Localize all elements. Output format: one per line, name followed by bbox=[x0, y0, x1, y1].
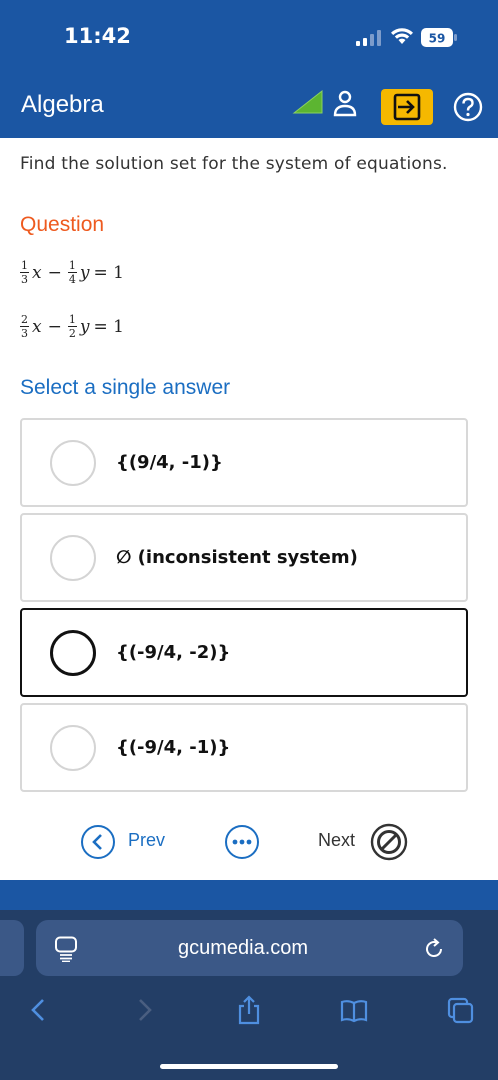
answer-option-2[interactable]: ∅ (inconsistent system) bbox=[20, 513, 468, 602]
equation-1: 13 x − 14 y = 1 bbox=[20, 259, 124, 286]
radio-button[interactable] bbox=[50, 440, 96, 486]
next-disabled-icon[interactable] bbox=[370, 823, 408, 861]
forward-icon[interactable] bbox=[131, 995, 159, 1025]
tabs-icon[interactable] bbox=[446, 995, 474, 1025]
bookmarks-icon[interactable] bbox=[340, 995, 368, 1025]
cellular-signal-icon bbox=[356, 30, 381, 46]
answer-option-1[interactable]: {(9/4, -1)} bbox=[20, 418, 468, 507]
answer-option-label: ∅ (inconsistent system) bbox=[116, 547, 358, 568]
url-text[interactable]: gcumedia.com bbox=[178, 937, 308, 960]
answer-option-4[interactable]: {(-9/4, -1)} bbox=[20, 703, 468, 792]
status-time: 11:42 bbox=[64, 24, 131, 48]
radio-button[interactable] bbox=[50, 725, 96, 771]
exit-icon bbox=[393, 93, 421, 121]
exit-button[interactable] bbox=[381, 89, 433, 125]
question-heading: Question bbox=[20, 213, 105, 236]
home-indicator bbox=[160, 1064, 338, 1069]
progress-chart-icon[interactable] bbox=[292, 89, 324, 115]
equation-2: 23 x − 12 y = 1 bbox=[20, 313, 124, 340]
answer-option-label: {(-9/4, -1)} bbox=[116, 737, 231, 758]
fraction: 14 bbox=[67, 259, 77, 286]
more-options-icon[interactable] bbox=[224, 824, 260, 860]
reload-icon[interactable] bbox=[422, 937, 446, 961]
answer-option-label: {(-9/4, -2)} bbox=[116, 642, 231, 663]
fraction: 13 bbox=[20, 259, 29, 286]
prev-button[interactable]: Prev bbox=[128, 830, 165, 851]
answer-option-label: {(9/4, -1)} bbox=[116, 452, 223, 473]
fraction: 23 bbox=[20, 313, 29, 340]
battery-level: 59 bbox=[429, 32, 446, 46]
radio-button[interactable] bbox=[50, 630, 96, 676]
instruction-text: Find the solution set for the system of … bbox=[20, 154, 448, 174]
previous-tab-preview[interactable] bbox=[0, 920, 24, 976]
status-bar: 11:42 59 bbox=[0, 0, 498, 70]
help-icon[interactable] bbox=[452, 91, 484, 123]
battery-icon: 59 bbox=[421, 28, 457, 47]
answer-option-3[interactable]: {(-9/4, -2)} bbox=[20, 608, 468, 697]
fraction: 12 bbox=[67, 313, 77, 340]
chevron-left-circle-icon[interactable] bbox=[80, 824, 116, 860]
radio-button[interactable] bbox=[50, 535, 96, 581]
user-icon[interactable] bbox=[332, 89, 358, 119]
select-answer-heading: Select a single answer bbox=[20, 376, 231, 399]
page-footer-band bbox=[0, 880, 498, 910]
back-icon[interactable] bbox=[24, 995, 52, 1025]
next-button[interactable]: Next bbox=[318, 830, 355, 851]
reader-view-icon[interactable] bbox=[54, 936, 78, 962]
wifi-icon bbox=[391, 28, 413, 44]
share-icon[interactable] bbox=[235, 995, 263, 1025]
app-title: Algebra bbox=[21, 91, 104, 118]
